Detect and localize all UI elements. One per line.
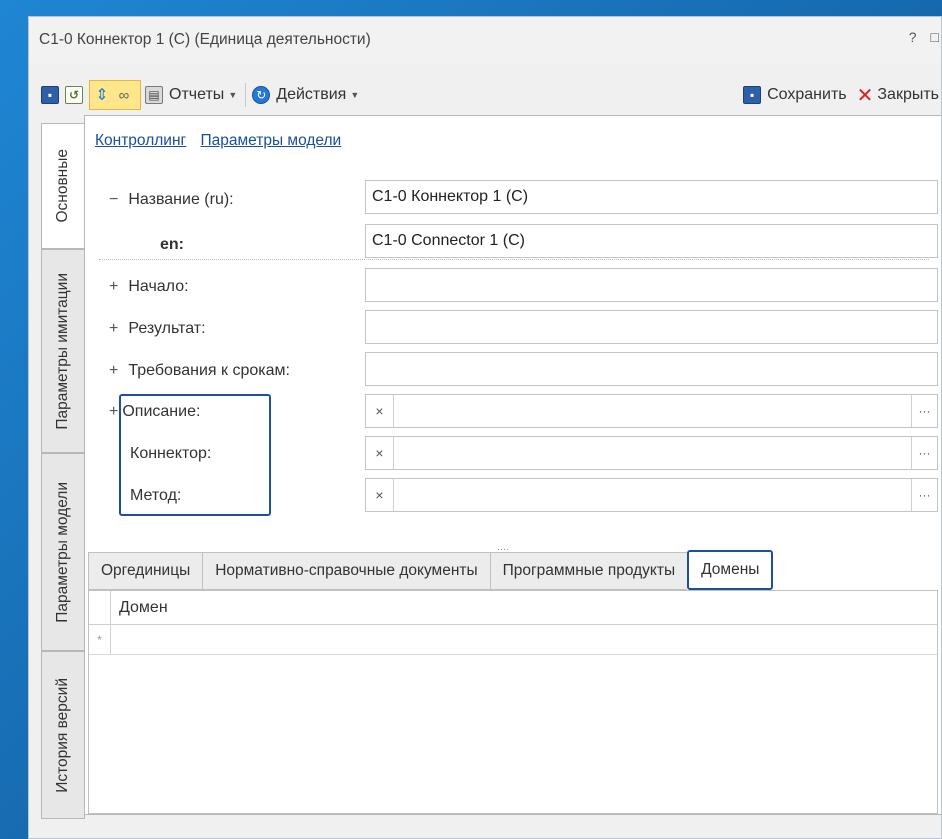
start-label: + Начало: [109, 278, 189, 296]
activity-unit-window: С1-0 Коннектор 1 (С) (Единица деятельнос… [28, 16, 942, 839]
browse-connector-icon[interactable]: ··· [911, 437, 937, 469]
clear-method-icon[interactable]: × [366, 479, 394, 511]
row-selector-header [89, 591, 111, 624]
expand-result-icon[interactable]: + [109, 320, 118, 337]
side-tab-simulation-label: Параметры имитации [54, 272, 71, 430]
tab-reference-docs[interactable]: Нормативно-справочные документы [202, 552, 490, 590]
toolbar: ▪ ↺ ⇕ ∞ ▤ Отчеты ▼ ↻ Действия ▼ ▪ Сохран… [29, 77, 941, 113]
method-field[interactable]: × ··· [365, 478, 938, 512]
section-divider [99, 259, 929, 260]
actions-icon[interactable]: ↻ [252, 86, 271, 104]
expand-start-icon[interactable]: + [109, 278, 118, 295]
clear-connector-icon[interactable]: × [366, 437, 394, 469]
clear-description-icon[interactable]: × [366, 395, 394, 427]
window-title: С1-0 Коннектор 1 (С) (Единица деятельнос… [39, 31, 371, 48]
bottom-tabs: Оргединицы Нормативно-справочные докумен… [88, 550, 774, 590]
toggle-group: ⇕ ∞ [89, 80, 141, 110]
domains-grid: Домен * [88, 590, 938, 814]
toolbar-separator [245, 83, 247, 107]
side-tab-model-params[interactable]: Параметры модели [41, 453, 85, 651]
deadline-label-text: Требования к срокам: [128, 362, 290, 379]
collapse-icon[interactable]: − [109, 191, 118, 208]
name-label-text: Название (ru): [128, 191, 234, 208]
highlight-box [119, 394, 271, 516]
actions-dropdown-icon[interactable]: ▼ [350, 90, 359, 100]
side-tab-version-history[interactable]: История версий [41, 651, 85, 819]
grid-header: Домен [89, 591, 937, 625]
split-view-icon[interactable]: ⇕ [93, 86, 111, 104]
deadline-label: + Требования к срокам: [109, 362, 290, 380]
new-row-marker: * [89, 625, 111, 654]
tab-software-products[interactable]: Программные продукты [489, 552, 688, 590]
connector-field[interactable]: × ··· [365, 436, 938, 470]
browse-description-icon[interactable]: ··· [911, 395, 937, 427]
reports-dropdown-icon[interactable]: ▼ [228, 90, 237, 100]
en-label: en: [160, 236, 184, 253]
start-label-text: Начало: [128, 278, 189, 295]
actions-button[interactable]: Действия [276, 86, 346, 104]
description-value[interactable] [394, 395, 911, 427]
close-button[interactable]: Закрыть [877, 86, 939, 104]
name-label: − Название (ru): [109, 191, 234, 209]
name-en-field[interactable]: С1-0 Connector 1 (C) [365, 224, 938, 258]
description-field[interactable]: × ··· [365, 394, 938, 428]
save-button[interactable]: Сохранить [767, 86, 847, 104]
print-icon[interactable]: ▤ [145, 86, 163, 104]
side-tab-version-history-label: История версий [54, 677, 71, 793]
name-ru-field[interactable]: С1-0 Коннектор 1 (С) [365, 180, 938, 214]
deadline-field[interactable] [365, 352, 938, 386]
refresh-icon[interactable]: ↺ [65, 86, 83, 104]
link-icon[interactable]: ∞ [115, 86, 133, 104]
side-tab-main-label: Основные [54, 149, 71, 223]
close-icon: ✕ [856, 84, 874, 107]
start-field[interactable] [365, 268, 938, 302]
expand-deadline-icon[interactable]: + [109, 362, 118, 379]
breadcrumb-links: Контроллинг Параметры модели [95, 132, 351, 150]
link-model-params[interactable]: Параметры модели [200, 132, 341, 149]
column-header-domain[interactable]: Домен [111, 591, 168, 624]
save-button-icon: ▪ [743, 86, 762, 104]
link-controlling[interactable]: Контроллинг [95, 132, 186, 149]
method-value[interactable] [394, 479, 911, 511]
save-icon[interactable]: ▪ [41, 86, 59, 104]
tab-domains[interactable]: Домены [687, 550, 774, 590]
result-label: + Результат: [109, 320, 206, 338]
side-tab-simulation[interactable]: Параметры имитации [41, 249, 85, 453]
title-bar: С1-0 Коннектор 1 (С) (Единица деятельнос… [29, 17, 941, 63]
browse-method-icon[interactable]: ··· [911, 479, 937, 511]
restore-button[interactable]: □ [931, 29, 939, 45]
reports-button[interactable]: Отчеты [169, 86, 224, 104]
connector-value[interactable] [394, 437, 911, 469]
expand-description-icon[interactable]: + [109, 403, 118, 420]
result-label-text: Результат: [128, 320, 206, 337]
result-field[interactable] [365, 310, 938, 344]
new-row[interactable]: * [89, 625, 937, 655]
new-row-cell[interactable] [111, 625, 937, 654]
main-panel: Контроллинг Параметры модели − Название (… [84, 115, 941, 815]
side-tab-model-params-label: Параметры модели [54, 481, 71, 623]
tab-org-units[interactable]: Оргединицы [88, 552, 203, 590]
side-tab-main[interactable]: Основные [41, 123, 85, 249]
help-button[interactable]: ? [909, 29, 917, 45]
